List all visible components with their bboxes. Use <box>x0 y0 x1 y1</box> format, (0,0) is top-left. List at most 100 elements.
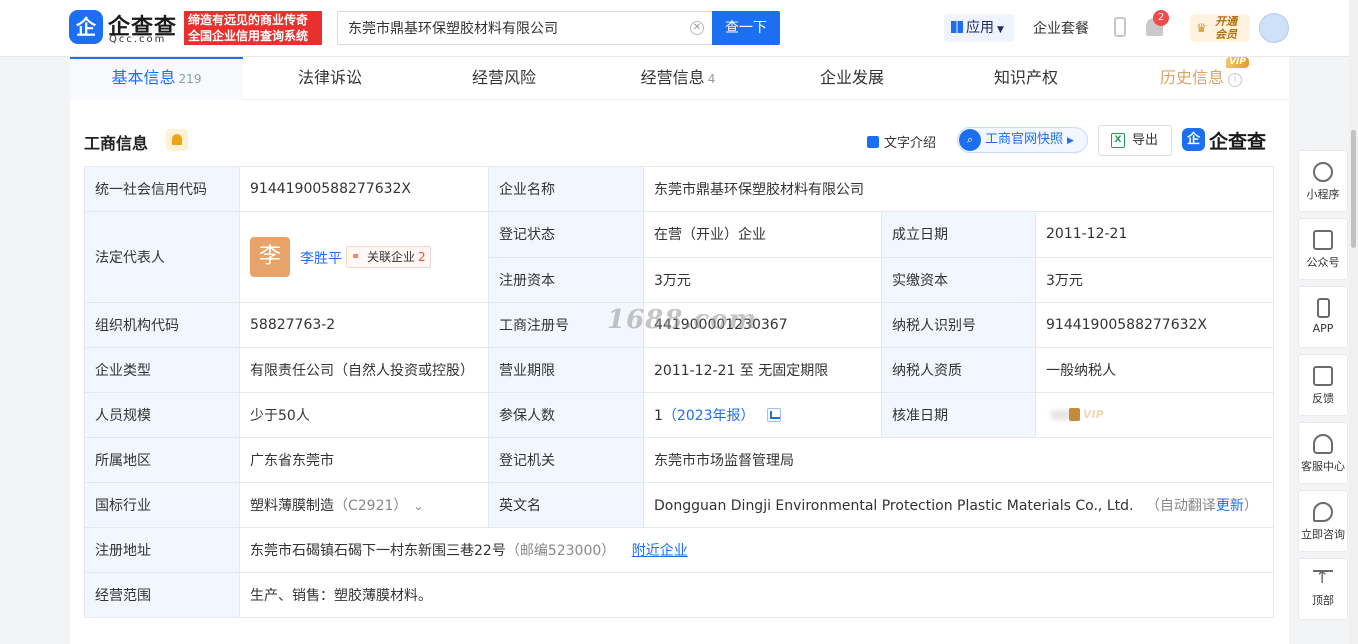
notification-badge: 2 <box>1153 10 1169 26</box>
feedback-button[interactable]: 反馈 <box>1298 354 1348 416</box>
tab-label: 知识产权 <box>993 68 1058 87</box>
insured-cell: 1（2023年报） <box>643 392 882 438</box>
headset-icon <box>1313 434 1333 454</box>
auto-translate-note: （自动翻译 <box>1145 498 1216 514</box>
tab-basic-info[interactable]: 基本信息 219 <box>70 57 243 100</box>
taxpayer-qual-label: 纳税人资质 <box>881 347 1036 393</box>
app-download-button[interactable]: APP <box>1298 286 1348 348</box>
company-type-value: 有限责任公司（自然人投资或控股） <box>239 347 489 393</box>
english-name-cell: Dongguan Dingji Environmental Protection… <box>643 482 1274 528</box>
user-avatar[interactable] <box>1259 13 1289 43</box>
text-intro-button[interactable]: 文字介绍 <box>867 132 936 151</box>
float-label: 反馈 <box>1312 392 1334 405</box>
mini-program-button[interactable]: 小程序 <box>1298 150 1348 212</box>
legal-rep-label: 法定代表人 <box>84 211 240 303</box>
caret-down-icon: ▼ <box>997 25 1004 35</box>
vip-badge: VIP <box>1226 57 1249 68</box>
update-link[interactable]: 更新 <box>1216 498 1244 514</box>
float-label: 公众号 <box>1306 256 1340 269</box>
customer-service-button[interactable]: 客服中心 <box>1298 422 1348 484</box>
address-cell: 东莞市石碣镇石碣下一村东新围三巷22号（邮编523000） 附近企业 <box>239 527 1274 573</box>
taxpayer-qual-value: 一般纳税人 <box>1035 347 1274 393</box>
tab-history[interactable]: 历史信息 i VIP <box>1113 57 1289 100</box>
vip-locked-value[interactable]: VIP <box>1046 406 1106 424</box>
phone-icon[interactable] <box>1114 17 1126 37</box>
insured-label: 参保人数 <box>488 392 644 438</box>
official-snapshot-button[interactable]: ⌕ 工商官网快照 ▶ <box>957 127 1088 153</box>
search-button[interactable]: 查一下 <box>712 11 780 45</box>
export-button[interactable]: X 导出 <box>1098 125 1172 156</box>
tab-ip[interactable]: 知识产权 <box>939 57 1113 100</box>
table-row: 经营范围 生产、销售：塑胶薄膜材料。 <box>84 572 1274 618</box>
authority-value: 东莞市市场监督管理局 <box>643 437 1274 483</box>
reg-status-label: 登记状态 <box>488 211 644 258</box>
float-label: 顶部 <box>1312 594 1334 607</box>
tab-label: 历史信息 <box>1159 68 1224 87</box>
arrow-right-icon: ▶ <box>1067 136 1074 146</box>
paid-capital-value: 3万元 <box>1035 256 1274 303</box>
company-type-label: 企业类型 <box>84 347 240 393</box>
table-row: 国标行业 塑料薄膜制造（C2921） ⌄ 英文名 Dongguan Dingji … <box>84 482 1274 528</box>
info-icon: i <box>1228 73 1242 87</box>
apps-menu-button[interactable]: 应用 ▼ <box>944 14 1014 42</box>
nearby-companies-link[interactable]: 附近企业 <box>632 543 688 559</box>
float-label: 小程序 <box>1306 188 1340 201</box>
tab-label: 企业发展 <box>819 68 884 87</box>
org-code-label: 组织机构代码 <box>84 302 240 348</box>
reg-status-value: 在营（开业）企业 <box>643 211 882 258</box>
company-name-value: 东莞市鼎基环保塑胶材料有限公司 <box>643 166 1274 212</box>
search-input[interactable] <box>348 12 678 44</box>
reg-capital-label: 注册资本 <box>488 256 644 303</box>
legal-rep-avatar[interactable]: 李 <box>250 237 290 277</box>
slogan-line-2: 全国企业信用查询系统 <box>188 29 309 43</box>
taxpayer-id-label: 纳税人识别号 <box>881 302 1036 348</box>
trend-chart-icon[interactable] <box>766 408 781 422</box>
snapshot-label: 工商官网快照 <box>985 132 1064 147</box>
chevron-down-icon[interactable]: ⌄ <box>413 499 423 513</box>
tab-label: 经营风险 <box>471 68 536 87</box>
tab-legal[interactable]: 法律诉讼 <box>243 57 417 100</box>
industry-value: 塑料薄膜制造 <box>250 498 334 514</box>
tab-risk[interactable]: 经营风险 <box>417 57 591 100</box>
close-paren: ） <box>1243 498 1258 514</box>
brand-badge-icon: 企 <box>1182 128 1205 151</box>
industry-code: （C2921） <box>334 498 408 514</box>
org-code-value: 58827763-2 <box>239 302 489 348</box>
credit-code-value: 91441900588277632X <box>239 166 489 212</box>
section-title: 工商信息 <box>84 134 149 153</box>
tab-development[interactable]: 企业发展 <box>765 57 939 100</box>
grid-icon <box>951 21 963 33</box>
region-label: 所属地区 <box>84 437 240 483</box>
monitor-bell-icon[interactable] <box>166 129 188 151</box>
watermark: 1688.com <box>607 305 758 335</box>
search-box: ✕ <box>337 11 713 45</box>
page-scrollbar[interactable] <box>1349 0 1358 644</box>
industry-cell[interactable]: 塑料薄膜制造（C2921） ⌄ <box>239 482 489 528</box>
lock-icon <box>1069 408 1080 421</box>
scope-label: 经营范围 <box>84 572 240 618</box>
qcc-logo[interactable]: 企 企查查 Qcc.com <box>69 10 181 46</box>
enterprise-package-link[interactable]: 企业套餐 <box>1033 18 1089 38</box>
network-icon: ⚭ <box>351 250 361 263</box>
qcc-brand-mark: 企 企查查 <box>1182 128 1278 153</box>
tab-label: 基本信息 <box>111 68 176 87</box>
est-date-value: 2011-12-21 <box>1035 211 1274 258</box>
scope-value: 生产、销售：塑胶薄膜材料。 <box>239 572 1274 618</box>
annual-report-link[interactable]: （2023年报） <box>663 408 755 424</box>
consult-now-button[interactable]: 立即咨询 <box>1298 490 1348 552</box>
open-vip-button[interactable]: ♛ 开通 会员 <box>1190 14 1250 42</box>
back-to-top-button[interactable]: 顶部 <box>1298 558 1348 620</box>
company-tabs: 基本信息 219 法律诉讼 经营风险 经营信息 4 企业发展 知识产权 历史信息 i … <box>70 57 1289 100</box>
related-count: 2 <box>418 250 426 264</box>
scrollbar-thumb[interactable] <box>1351 130 1356 248</box>
legal-rep-name-link[interactable]: 李胜平 <box>300 248 342 268</box>
logo-badge-icon: 企 <box>69 10 103 44</box>
english-name-label: 英文名 <box>488 482 644 528</box>
tab-label: 经营信息 <box>640 68 705 87</box>
related-companies-tag[interactable]: ⚭ 关联企业 2 <box>346 246 431 268</box>
clear-icon[interactable]: ✕ <box>690 21 704 35</box>
official-account-button[interactable]: 公众号 <box>1298 218 1348 280</box>
tab-operation[interactable]: 经营信息 4 <box>591 57 765 100</box>
excel-icon: X <box>1111 133 1125 148</box>
crown-icon: ♛ <box>1196 21 1207 35</box>
